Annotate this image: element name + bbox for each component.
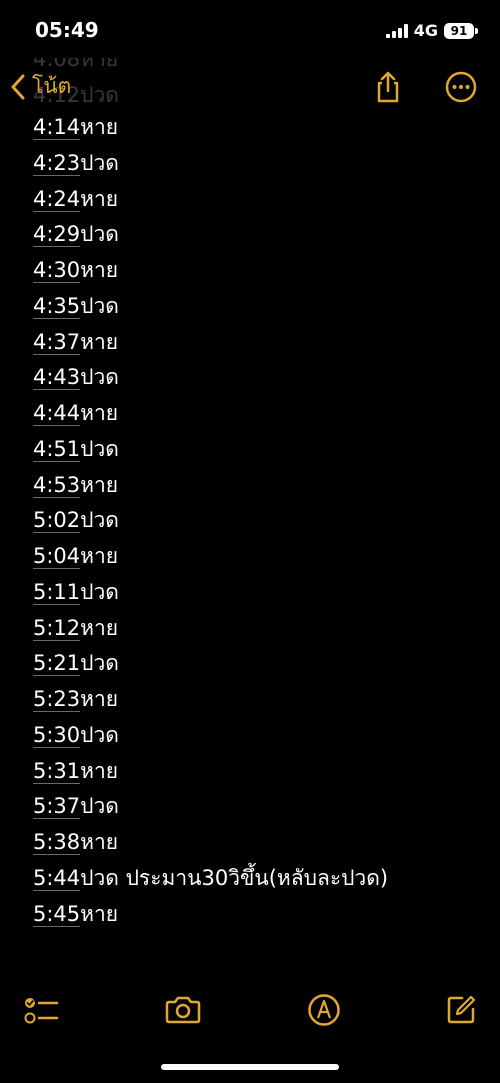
note-line[interactable]: 5:38หาย <box>33 825 388 861</box>
note-text: หาย <box>80 329 119 354</box>
note-time: 4:30 <box>33 258 81 283</box>
note-text: ปวด <box>80 293 119 318</box>
note-text: หาย <box>80 472 119 497</box>
note-text: ปวด <box>80 722 119 747</box>
note-time: 5:31 <box>33 758 81 784</box>
note-text: หาย <box>80 544 119 568</box>
share-button[interactable] <box>371 70 405 104</box>
note-line[interactable]: 4:51ปวด <box>33 432 388 468</box>
note-text: หาย <box>80 186 119 211</box>
note-line[interactable]: 5:12หาย <box>33 611 388 647</box>
note-time: 5:21 <box>33 651 81 677</box>
note-time: 5:02 <box>33 508 81 534</box>
share-icon <box>377 71 399 103</box>
navigation-bar: โน้ต <box>0 58 500 108</box>
note-time: 4:51 <box>33 436 81 462</box>
note-time: 4:23 <box>33 150 81 176</box>
note-text: ปวด <box>80 150 119 175</box>
note-text: หาย <box>80 401 119 425</box>
back-button[interactable]: โน้ต <box>10 70 71 103</box>
battery-indicator: 91 <box>444 22 478 39</box>
note-line[interactable]: 4:37หาย <box>33 325 388 361</box>
note-text: ปวด <box>80 436 119 461</box>
camera-button[interactable] <box>163 990 203 1030</box>
note-line[interactable]: 4:23ปวด <box>33 146 388 182</box>
note-time: 5:30 <box>33 722 81 748</box>
note-time: 4:24 <box>33 186 81 212</box>
note-text: ปวด <box>80 222 119 247</box>
compose-button[interactable] <box>441 990 481 1030</box>
note-line[interactable]: 5:02ปวด <box>33 503 388 539</box>
note-line[interactable]: 5:44ปวด ประมาน30วิขึ้น(หลับละปวด) <box>33 861 388 897</box>
note-time: 4:43 <box>33 365 81 391</box>
note-line[interactable]: 4:35ปวด <box>33 289 388 325</box>
note-text: ปวด <box>80 794 119 819</box>
note-time: 5:45 <box>33 901 81 927</box>
note-text: หาย <box>80 115 119 139</box>
more-button[interactable] <box>444 70 478 104</box>
note-text: หาย <box>80 615 119 640</box>
note-time: 5:04 <box>33 544 81 569</box>
note-text: หาย <box>80 830 119 854</box>
note-text: ปวด <box>80 651 119 676</box>
note-text: ปวด ประมาน30วิขึ้น(หลับละปวด) <box>80 865 389 890</box>
network-label: 4G <box>413 21 438 40</box>
note-time: 4:29 <box>33 222 81 248</box>
note-line[interactable]: 5:37ปวด <box>33 789 388 825</box>
note-text: หาย <box>80 758 119 783</box>
chevron-left-icon <box>11 74 25 99</box>
note-line[interactable]: 5:45หาย <box>33 897 388 933</box>
note-line[interactable]: 5:30ปวด <box>33 718 388 754</box>
note-time: 5:37 <box>33 794 81 820</box>
note-line[interactable]: 4:44หาย <box>33 396 388 432</box>
bottom-toolbar <box>0 988 500 1032</box>
markup-button[interactable] <box>304 990 344 1030</box>
note-time: 5:44 <box>33 865 81 891</box>
note-line[interactable]: 5:23หาย <box>33 682 388 718</box>
note-text: หาย <box>80 258 119 282</box>
checklist-button[interactable] <box>21 990 61 1030</box>
note-line[interactable]: 4:29ปวด <box>33 217 388 253</box>
status-time: 05:49 <box>35 18 99 42</box>
battery-cap <box>475 27 478 34</box>
note-time: 5:11 <box>33 579 81 605</box>
checklist-icon <box>24 998 59 1024</box>
note-line[interactable]: 4:14หาย <box>33 110 388 146</box>
note-line[interactable]: 4:30หาย <box>33 253 388 289</box>
note-text: ปวด <box>80 508 119 533</box>
note-line[interactable]: 5:04หาย <box>33 539 388 575</box>
note-line[interactable]: 5:11ปวด <box>33 575 388 611</box>
note-text: หาย <box>80 687 119 711</box>
note-time: 5:12 <box>33 615 81 641</box>
compose-icon <box>447 995 476 1024</box>
note-time: 4:35 <box>33 293 81 319</box>
note-text: ปวด <box>80 579 119 604</box>
signal-icon <box>385 23 408 38</box>
note-line[interactable]: 5:21ปวด <box>33 646 388 682</box>
note-body[interactable]: 4:14หาย 4:23ปวด 4:24หาย 4:29ปวด 4:30หาย … <box>33 110 388 932</box>
status-indicators: 4G 91 <box>385 21 478 40</box>
note-line[interactable]: 5:31หาย <box>33 754 388 790</box>
battery-level: 91 <box>444 22 474 39</box>
note-line[interactable]: 4:53หาย <box>33 468 388 504</box>
note-time: 4:44 <box>33 401 81 426</box>
markup-icon <box>308 994 340 1026</box>
status-bar: 05:49 4G 91 <box>0 0 500 58</box>
note-time: 4:14 <box>33 115 81 140</box>
note-line[interactable]: 4:43ปวด <box>33 360 388 396</box>
camera-icon <box>165 996 201 1024</box>
back-label: โน้ต <box>32 74 72 98</box>
note-time: 4:37 <box>33 329 81 355</box>
home-indicator[interactable] <box>161 1064 339 1070</box>
note-text: หาย <box>80 901 119 926</box>
note-line[interactable]: 4:24หาย <box>33 182 388 218</box>
note-time: 4:53 <box>33 472 81 498</box>
more-icon <box>445 71 477 103</box>
note-time: 5:38 <box>33 830 81 855</box>
note-time: 5:23 <box>33 687 81 712</box>
note-text: ปวด <box>80 365 119 390</box>
